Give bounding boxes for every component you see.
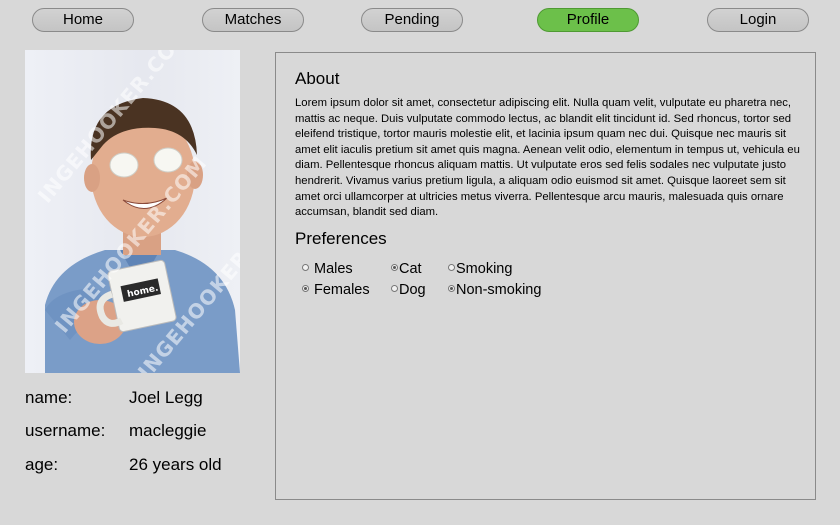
username-label: username: [25, 421, 106, 440]
nav-profile-button[interactable]: Profile [537, 8, 639, 32]
pref-non-smoking[interactable]: Non-smoking [448, 282, 541, 298]
radio-dog-icon[interactable] [391, 285, 398, 293]
about-panel: About Lorem ipsum dolor sit amet, consec… [275, 52, 816, 500]
pref-smoking[interactable]: Smoking [448, 261, 512, 277]
pref-males-label: Males [314, 261, 353, 277]
pref-cat-label: Cat [399, 261, 422, 277]
pref-females[interactable]: Females [302, 282, 370, 298]
name-row: name: Joel Legg [25, 388, 255, 412]
age-label: age: [25, 455, 59, 474]
username-value: macleggie [129, 421, 207, 440]
pref-females-label: Females [314, 282, 370, 298]
pref-smoking-label: Smoking [456, 261, 513, 277]
pref-dog-label: Dog [399, 282, 426, 298]
pref-males[interactable]: Males [302, 261, 353, 277]
preferences-heading: Preferences [295, 229, 387, 248]
pref-cat[interactable]: Cat [391, 261, 422, 277]
pref-non-smoking-label: Non-smoking [456, 282, 542, 298]
username-row: username: macleggie [25, 421, 255, 445]
radio-non-smoking-icon[interactable] [448, 285, 455, 293]
pref-dog[interactable]: Dog [391, 282, 426, 298]
name-label: name: [25, 388, 73, 407]
name-value: Joel Legg [129, 388, 203, 407]
nav-matches-button[interactable]: Matches [202, 8, 304, 32]
nav-login-button[interactable]: Login [707, 8, 809, 32]
about-heading: About [295, 69, 340, 88]
age-value: 26 years old [129, 455, 222, 474]
radio-cat-icon[interactable] [391, 264, 398, 272]
radio-smoking-icon[interactable] [448, 264, 455, 272]
about-text: Lorem ipsum dolor sit amet, consectetur … [295, 97, 800, 217]
nav-home-button[interactable]: Home [32, 8, 134, 32]
nav-pending-button[interactable]: Pending [361, 8, 463, 32]
profile-photo: home. INGEHOOKER.COM INGEHOOKER.COM INGE… [25, 50, 240, 373]
radio-females-icon[interactable] [302, 285, 309, 293]
age-row: age: 26 years old [25, 455, 255, 479]
radio-males-icon[interactable] [302, 264, 309, 272]
